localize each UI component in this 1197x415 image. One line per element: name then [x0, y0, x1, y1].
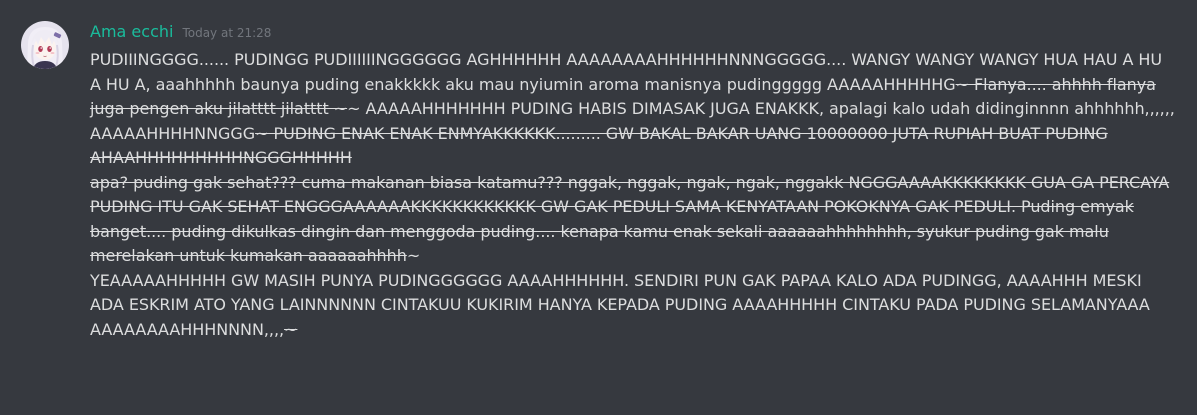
username[interactable]: Ama ecchi: [90, 22, 173, 41]
timestamp[interactable]: Today at 21:28: [182, 26, 271, 40]
strikethrough-text: ~: [284, 319, 298, 339]
message-content: PUDIIINGGGG...... PUDINGG PUDIIIIIINGGGG…: [90, 48, 1175, 342]
anime-girl-avatar-icon: [21, 21, 69, 69]
avatar[interactable]: [21, 21, 69, 69]
strikethrough-text: ~ PUDING ENAK ENAK ENMYAKKKKKK......... …: [90, 123, 1170, 266]
message-header: Ama ecchi Today at 21:28: [90, 22, 1177, 44]
chat-message: Ama ecchi Today at 21:28 PUDIIINGGGG....…: [0, 0, 1197, 415]
